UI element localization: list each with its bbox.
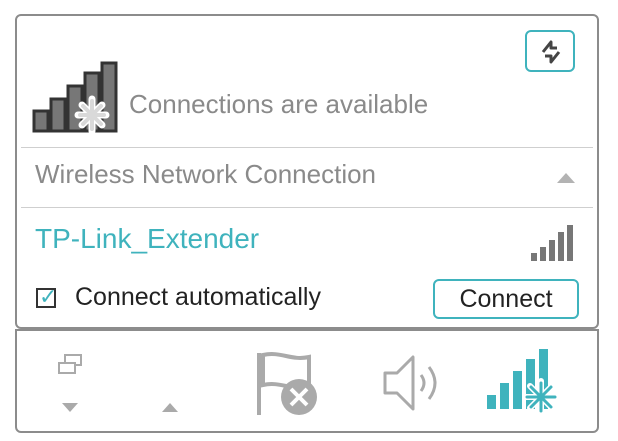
action-center-flag-icon[interactable] [251,349,321,419]
chevron-up-icon[interactable] [162,403,178,412]
divider [21,147,593,148]
refresh-button[interactable] [525,30,575,72]
connect-button[interactable]: Connect [433,279,579,319]
chevron-down-icon[interactable] [62,403,78,412]
signal-strength-icon [531,225,573,261]
auto-connect-checkbox[interactable]: ✓ [36,284,57,309]
volume-icon[interactable] [381,353,451,413]
display-icon[interactable] [57,353,89,377]
taskbar [15,329,599,433]
wireless-network-icon[interactable] [485,345,565,417]
chevron-up-icon[interactable] [557,173,575,183]
network-signal-star-icon [32,61,118,133]
section-title: Wireless Network Connection [35,159,377,189]
network-name[interactable]: TP-Link_Extender [35,223,259,255]
divider [21,207,593,208]
network-flyout-panel: Connections are available Wireless Netwo… [15,14,599,329]
auto-connect-label: Connect automatically [75,283,321,311]
connection-status-text: Connections are available [129,89,429,119]
refresh-arrows-icon [541,40,561,64]
checkmark-icon: ✓ [39,284,58,309]
